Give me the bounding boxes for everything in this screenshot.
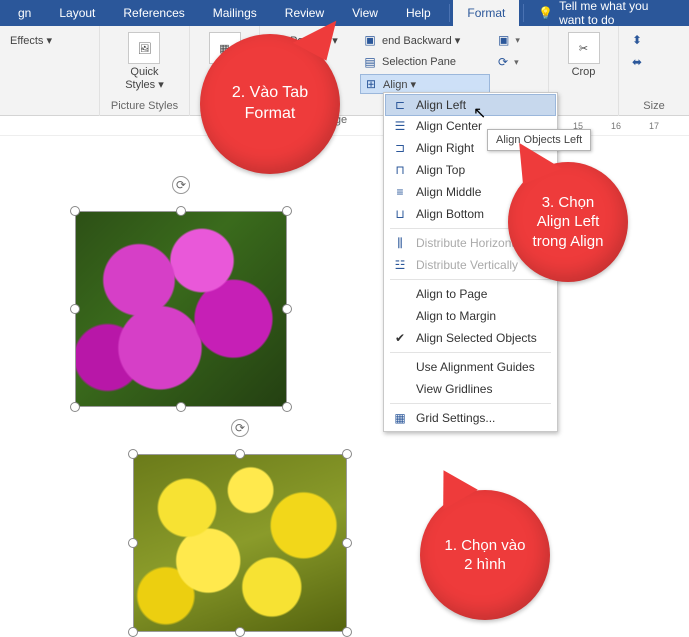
align-button[interactable]: ⊞Align ▾ [360, 74, 490, 94]
height-input[interactable]: ⬍ [627, 30, 647, 50]
crop-button[interactable]: ✂Crop [564, 30, 604, 80]
align-right-icon: ⊐ [392, 140, 408, 156]
align-center-icon: ☰ [392, 118, 408, 134]
quick-styles-icon: 🖼 [128, 32, 160, 64]
selection-pane-button[interactable]: ▤Selection Pane [360, 52, 490, 72]
group-button[interactable]: ▣▾ [496, 30, 520, 50]
tab-mailings[interactable]: Mailings [199, 0, 271, 26]
align-top-icon: ⊓ [392, 162, 408, 178]
resize-handle[interactable] [176, 206, 186, 216]
menu-align-selected-objects[interactable]: ✔Align Selected Objects [386, 327, 555, 349]
mouse-cursor: ↖ [473, 103, 486, 123]
grid-icon: ▦ [392, 410, 408, 426]
align-middle-icon: ≡ [392, 184, 408, 200]
group-icon: ▣ [498, 32, 509, 48]
resize-handle[interactable] [70, 304, 80, 314]
picture-yellow-flowers[interactable]: ⟳ [133, 454, 347, 632]
menu-grid-settings[interactable]: ▦Grid Settings... [386, 407, 555, 429]
group-label-size: Size [627, 100, 681, 114]
checkmark-icon: ✔ [392, 331, 408, 345]
tab-format[interactable]: Format [453, 0, 519, 26]
resize-handle[interactable] [282, 402, 292, 412]
annotation-callout-3: 3. Chọn Align Left trong Align [508, 162, 628, 282]
align-icon: ⊞ [363, 76, 379, 92]
crop-icon: ✂ [568, 32, 600, 64]
resize-handle[interactable] [128, 627, 138, 637]
menu-align-to-page[interactable]: Align to Page [386, 283, 555, 305]
width-input[interactable]: ⬌ [627, 52, 647, 72]
align-left-icon: ⊏ [392, 97, 408, 113]
group-label-picture-styles: Picture Styles [108, 100, 181, 114]
tab-layout[interactable]: Layout [45, 0, 109, 26]
picture-effects-button[interactable]: Effects ▾ [8, 30, 54, 50]
ribbon: Effects ▾ 🖼Quick Styles ▾ Picture Styles… [0, 26, 689, 116]
quick-styles-button[interactable]: 🖼Quick Styles ▾ [121, 30, 168, 93]
resize-handle[interactable] [282, 304, 292, 314]
resize-handle[interactable] [235, 449, 245, 459]
distribute-v-icon: ☳ [392, 257, 408, 273]
resize-handle[interactable] [128, 449, 138, 459]
align-bottom-icon: ⊔ [392, 206, 408, 222]
resize-handle[interactable] [235, 627, 245, 637]
height-icon: ⬍ [629, 32, 645, 48]
resize-handle[interactable] [70, 206, 80, 216]
menu-align-to-margin[interactable]: Align to Margin [386, 305, 555, 327]
resize-handle[interactable] [342, 627, 352, 637]
annotation-callout-1: 1. Chọn vào 2 hình [420, 490, 550, 620]
menu-align-left[interactable]: ⊏Align Left [385, 94, 556, 116]
distribute-h-icon: ⫼ [392, 235, 408, 251]
selection-pane-icon: ▤ [362, 54, 378, 70]
resize-handle[interactable] [70, 402, 80, 412]
ribbon-tabs: gn Layout References Mailings Review Vie… [0, 0, 689, 26]
resize-handle[interactable] [282, 206, 292, 216]
resize-handle[interactable] [128, 538, 138, 548]
rotation-handle[interactable]: ⟳ [231, 419, 249, 437]
annotation-callout-2: 2. Vào Tab Format [200, 34, 340, 174]
tab-references[interactable]: References [109, 0, 198, 26]
rotate-icon: ⟳ [498, 54, 508, 70]
width-icon: ⬌ [629, 54, 645, 70]
menu-view-gridlines[interactable]: View Gridlines [386, 378, 555, 400]
tab-design[interactable]: gn [4, 0, 45, 26]
picture-purple-flowers[interactable]: ⟳ [75, 211, 287, 407]
send-backward-button[interactable]: ▣end Backward ▾ [360, 30, 490, 50]
resize-handle[interactable] [342, 449, 352, 459]
rotate-button[interactable]: ⟳▾ [496, 52, 520, 72]
resize-handle[interactable] [342, 538, 352, 548]
tab-view[interactable]: View [338, 0, 392, 26]
lightbulb-icon: 💡 [538, 6, 553, 20]
menu-use-alignment-guides[interactable]: Use Alignment Guides [386, 356, 555, 378]
resize-handle[interactable] [176, 402, 186, 412]
tab-help[interactable]: Help [392, 0, 445, 26]
tell-me-search[interactable]: Tell me what you want to do [559, 0, 685, 26]
rotation-handle[interactable]: ⟳ [172, 176, 190, 194]
send-backward-icon: ▣ [362, 32, 378, 48]
